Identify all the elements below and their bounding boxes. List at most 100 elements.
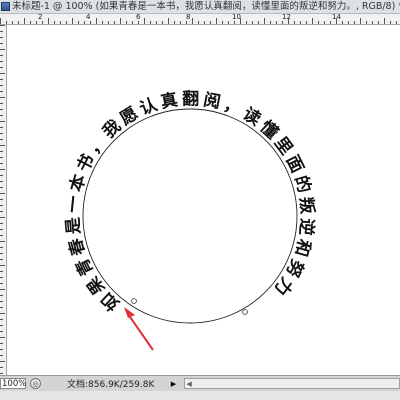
ruler-tick <box>0 115 3 116</box>
ruler-tick <box>0 283 3 284</box>
path-text-char: 愿 <box>117 104 142 130</box>
canvas-artwork: 如果青春是一本书，我愿认真翻阅，读懂里面的叛逆和努力 <box>63 88 318 351</box>
ruler-tick <box>312 18 313 24</box>
ruler-tick <box>240 18 241 24</box>
document-canvas[interactable]: 如果青春是一本书，我愿认真翻阅，读懂里面的叛逆和努力 <box>7 25 400 375</box>
ruler-tick <box>132 21 133 24</box>
path-text-char: 力 <box>270 273 297 299</box>
ruler-tick <box>102 21 103 24</box>
ruler-tick <box>0 67 3 68</box>
ruler-tick <box>252 21 253 24</box>
ruler-tick <box>0 307 3 308</box>
ruler-tick <box>0 193 5 194</box>
ruler-tick <box>174 21 175 24</box>
ruler-tick <box>0 331 3 332</box>
path-text-char: 逆 <box>295 217 317 236</box>
ruler-tick <box>0 355 3 356</box>
ruler-tick <box>306 21 307 24</box>
ruler-tick <box>150 21 151 24</box>
ruler-tick <box>396 21 397 24</box>
ruler-tick <box>276 21 277 24</box>
path-text-char: 真 <box>159 89 179 113</box>
ruler-tick <box>0 373 3 374</box>
ruler-tick <box>198 21 199 24</box>
path-text-char: 翻 <box>182 88 199 109</box>
photoshop-document-icon <box>1 2 10 11</box>
ruler-tick <box>0 301 3 302</box>
ruler-tick <box>36 21 37 24</box>
ruler-tick <box>42 21 43 24</box>
annotation-arrow <box>124 307 154 351</box>
scroll-left-icon[interactable]: ◀ <box>186 379 191 389</box>
ruler-tick <box>0 163 3 164</box>
ruler-tick <box>156 21 157 24</box>
ruler-tick <box>0 139 3 140</box>
ruler-tick <box>222 21 223 24</box>
ruler-tick <box>168 18 169 24</box>
ruler-tick <box>48 18 49 24</box>
path-text-char: 青 <box>72 255 98 279</box>
ruler-tick <box>0 169 5 170</box>
right-triangle-icon[interactable]: ▶ <box>168 380 178 388</box>
ruler-tick <box>0 109 3 110</box>
ruler-tick <box>0 211 3 212</box>
ruler-tick <box>246 21 247 24</box>
ruler-tick <box>0 295 3 296</box>
path-text-char: 认 <box>137 93 161 119</box>
ruler-tick <box>384 18 385 24</box>
ruler-tick <box>0 205 3 206</box>
ruler-tick <box>0 103 3 104</box>
ruler-tick <box>0 73 5 74</box>
ruler-tick <box>354 21 355 24</box>
ruler-tick <box>24 18 25 24</box>
ruler-tick <box>0 349 3 350</box>
ruler-tick <box>0 157 3 158</box>
path-end-anchor[interactable] <box>242 309 248 315</box>
ruler-tick <box>0 25 5 26</box>
ruler-tick <box>216 18 217 24</box>
vertical-ruler[interactable] <box>0 25 7 375</box>
ruler-tick <box>0 367 3 368</box>
ruler-tick <box>0 79 3 80</box>
zoom-level-field[interactable]: 100% <box>0 378 26 389</box>
ruler-tick <box>126 21 127 24</box>
horizontal-ruler[interactable]: 2 4 6 8 10 12 14 <box>0 13 400 25</box>
ruler-tick <box>390 21 391 24</box>
horizontal-scrollbar[interactable]: ◀ <box>184 378 400 389</box>
ruler-tick <box>0 85 3 86</box>
ruler-tick <box>0 235 3 236</box>
ruler-tick <box>0 223 3 224</box>
ruler-tick <box>0 187 3 188</box>
path-start-anchor[interactable] <box>131 298 137 304</box>
ruler-tick <box>270 21 271 24</box>
document-titlebar[interactable]: 未标题-1 @ 100% (如果青春是一本书，我愿认真翻阅，读懂里面的叛逆和努力… <box>0 0 400 14</box>
ruler-tick <box>0 31 3 32</box>
ruler-tick <box>138 21 139 24</box>
ruler-tick <box>0 61 3 62</box>
ruler-tick <box>0 18 1 24</box>
ruler-label: 8 <box>186 13 191 21</box>
ruler-tick <box>0 337 5 338</box>
status-bar: 100% ◎ 文档:856.9K/259.8K ▶ ◀ <box>0 375 400 391</box>
ruler-tick <box>0 271 3 272</box>
ruler-tick <box>288 18 289 24</box>
ruler-tick <box>84 21 85 24</box>
ruler-tick <box>0 217 5 218</box>
ruler-tick <box>12 21 13 24</box>
ruler-tick <box>318 21 319 24</box>
ruler-tick <box>0 253 3 254</box>
ruler-tick <box>258 21 259 24</box>
ruler-tick <box>78 21 79 24</box>
ruler-tick <box>360 18 361 24</box>
ruler-tick <box>0 55 3 56</box>
window-bottom-edge <box>0 391 400 400</box>
ruler-tick <box>96 18 97 24</box>
ruler-tick <box>0 343 3 344</box>
ruler-tick <box>144 18 145 24</box>
path-text-char: 叛 <box>295 196 317 215</box>
ruler-tick <box>234 21 235 24</box>
ruler-tick <box>192 18 193 24</box>
ruler-tick <box>0 289 5 290</box>
ruler-tick <box>6 21 7 24</box>
zoom-indicator-icon[interactable]: ◎ <box>30 378 41 389</box>
